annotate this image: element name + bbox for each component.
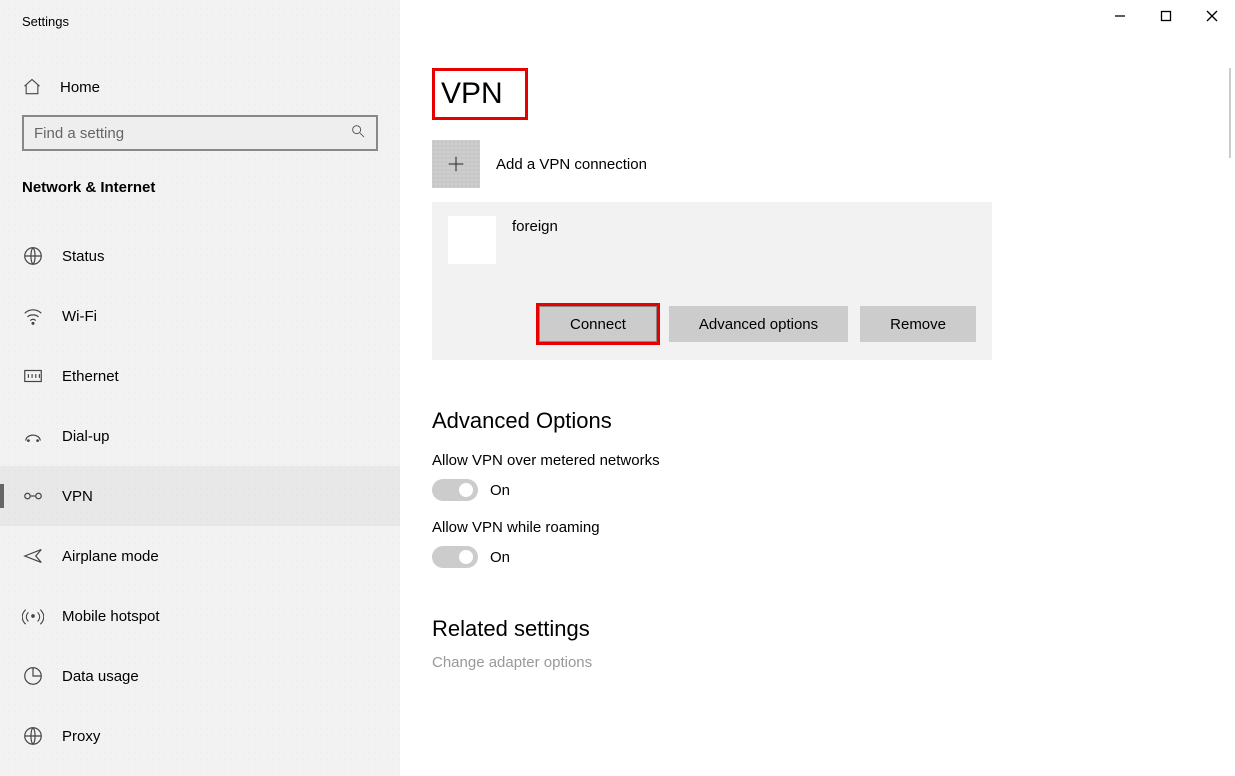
sidebar: Settings Home Network & Internet Status … [0, 0, 400, 776]
toggle-roaming-row: On [432, 546, 1235, 568]
nav-item-proxy[interactable]: Proxy [0, 706, 400, 766]
airplane-icon [22, 545, 44, 567]
nav-item-status[interactable]: Status [0, 226, 400, 286]
vpn-buttons: Connect Advanced options Remove [448, 306, 976, 342]
nav-label: Wi-Fi [62, 308, 97, 325]
remove-button[interactable]: Remove [860, 306, 976, 342]
datausage-icon [22, 665, 44, 687]
change-adapter-link[interactable]: Change adapter options [432, 654, 1235, 671]
vpn-icon [22, 485, 44, 507]
hotspot-icon [22, 605, 44, 627]
proxy-icon [22, 725, 44, 747]
nav-item-vpn[interactable]: VPN [0, 466, 400, 526]
option-roaming-label: Allow VPN while roaming [432, 519, 1235, 536]
sidebar-section-title: Network & Internet [0, 151, 400, 196]
toggle-roaming[interactable] [432, 546, 478, 568]
search-input[interactable] [34, 125, 350, 142]
nav-label: Data usage [62, 668, 139, 685]
toggle-metered-row: On [432, 479, 1235, 501]
nav-label: VPN [62, 488, 93, 505]
add-vpn-connection[interactable]: Add a VPN connection [432, 140, 1235, 188]
nav-item-dialup[interactable]: Dial-up [0, 406, 400, 466]
nav-item-datausage[interactable]: Data usage [0, 646, 400, 706]
window-controls [1097, 0, 1235, 32]
close-button[interactable] [1189, 0, 1235, 32]
dialup-icon [22, 425, 44, 447]
vpn-head: foreign [448, 216, 976, 264]
home-icon [22, 77, 42, 97]
plus-icon [432, 140, 480, 188]
globe-icon [22, 245, 44, 267]
nav-list: Status Wi-Fi Ethernet Dial-up VPN Airpla… [0, 226, 400, 766]
nav-item-airplane[interactable]: Airplane mode [0, 526, 400, 586]
related-settings-heading: Related settings [432, 616, 1235, 642]
nav-label: Ethernet [62, 368, 119, 385]
nav-item-hotspot[interactable]: Mobile hotspot [0, 586, 400, 646]
window-title: Settings [0, 0, 400, 29]
search-container [22, 115, 378, 151]
connect-button[interactable]: Connect [539, 306, 657, 342]
nav-home-label: Home [60, 79, 100, 96]
main-panel: VPN Add a VPN connection foreign Connect… [400, 0, 1235, 776]
minimize-button[interactable] [1097, 0, 1143, 32]
vpn-connection-name: foreign [512, 216, 558, 235]
scrollbar[interactable] [1229, 68, 1231, 158]
nav-item-ethernet[interactable]: Ethernet [0, 346, 400, 406]
maximize-button[interactable] [1143, 0, 1189, 32]
add-vpn-label: Add a VPN connection [496, 156, 647, 173]
nav-label: Status [62, 248, 105, 265]
advanced-options-heading: Advanced Options [432, 408, 1235, 434]
option-metered-label: Allow VPN over metered networks [432, 452, 1235, 469]
nav-label: Proxy [62, 728, 100, 745]
vpn-connection-card[interactable]: foreign Connect Advanced options Remove [432, 202, 992, 360]
toggle-metered-state: On [490, 482, 510, 499]
wifi-icon [22, 305, 44, 327]
search-box[interactable] [22, 115, 378, 151]
toggle-metered[interactable] [432, 479, 478, 501]
toggle-roaming-state: On [490, 549, 510, 566]
vpn-connection-icon [448, 216, 496, 264]
ethernet-icon [22, 365, 44, 387]
nav-label: Mobile hotspot [62, 608, 160, 625]
advanced-options-button[interactable]: Advanced options [669, 306, 848, 342]
page-title: VPN [432, 68, 528, 120]
nav-home[interactable]: Home [0, 77, 400, 97]
nav-label: Dial-up [62, 428, 110, 445]
nav-label: Airplane mode [62, 548, 159, 565]
search-icon [350, 123, 366, 144]
nav-item-wifi[interactable]: Wi-Fi [0, 286, 400, 346]
